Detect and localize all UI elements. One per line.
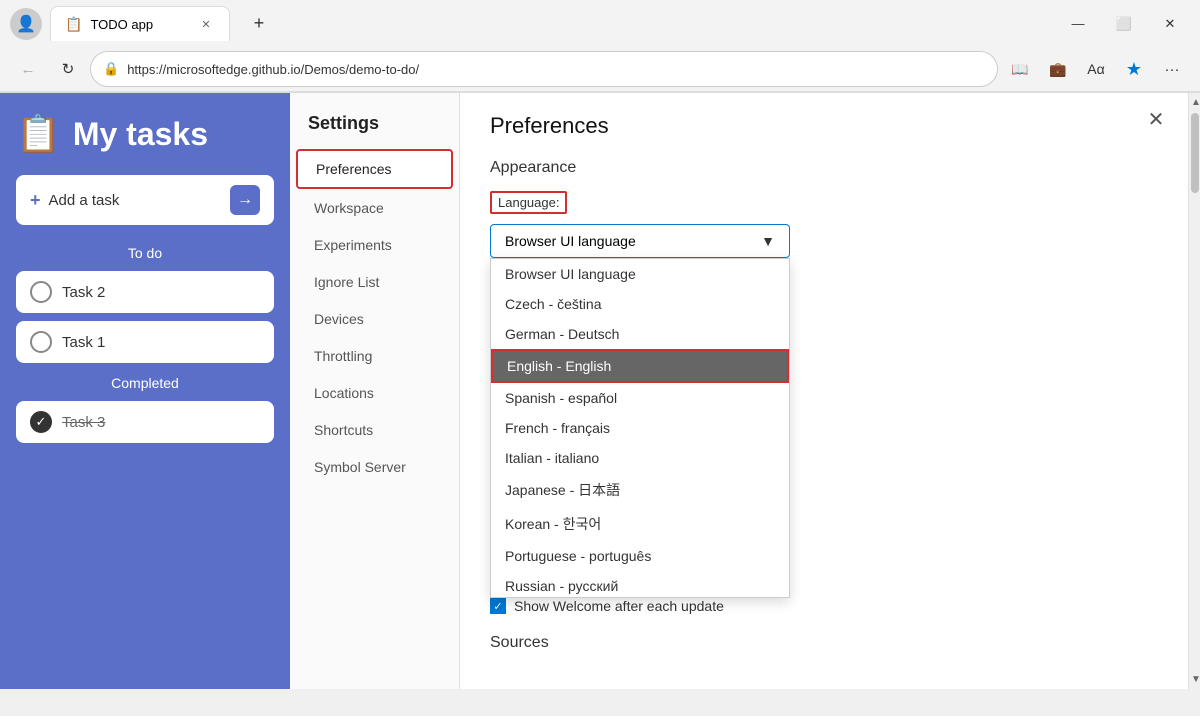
- app-sidebar: 📋 My tasks + Add a task → To do Task 2 T…: [0, 93, 290, 689]
- dropdown-option-english[interactable]: English - English: [491, 349, 789, 383]
- nav-bar: ← ↻ 🔒 https://microsoftedge.github.io/De…: [0, 47, 1200, 92]
- nav-actions: 📖 💼 Aα ★ ···: [1002, 51, 1190, 87]
- language-select[interactable]: Browser UI language ▼: [490, 224, 790, 258]
- scroll-up-button[interactable]: ▲: [1191, 97, 1199, 108]
- settings-panel: Settings Preferences Workspace Experimen…: [290, 93, 460, 689]
- tab-close-button[interactable]: ✕: [197, 15, 215, 33]
- dropdown-option-french[interactable]: French - français: [491, 413, 789, 443]
- dropdown-option-german[interactable]: German - Deutsch: [491, 319, 789, 349]
- collections-button[interactable]: 💼: [1040, 51, 1076, 87]
- completed-task-label: Task 3: [62, 414, 105, 431]
- add-task-plus-icon: +: [30, 190, 41, 211]
- dropdown-option-japanese[interactable]: Japanese - 日本語: [491, 473, 789, 507]
- settings-item-ignore-list[interactable]: Ignore List: [296, 264, 453, 300]
- preferences-panel: ✕ Preferences Appearance Language: Brows…: [460, 93, 1188, 689]
- dropdown-option-spanish[interactable]: Spanish - español: [491, 383, 789, 413]
- scroll-down-button[interactable]: ▼: [1191, 674, 1199, 685]
- show-welcome-checkbox[interactable]: ✓: [490, 598, 506, 614]
- settings-title: Settings: [290, 103, 459, 148]
- url-text: https://microsoftedge.github.io/Demos/de…: [127, 62, 985, 77]
- user-avatar: 👤: [10, 8, 42, 40]
- settings-item-locations[interactable]: Locations: [296, 375, 453, 411]
- task-checkbox[interactable]: [30, 281, 52, 303]
- language-field-row: Language:: [490, 191, 1158, 214]
- window-controls: — ⬜ ✕: [1058, 8, 1190, 40]
- scrollbar[interactable]: ▲ ▼: [1188, 93, 1200, 689]
- todo-section-label: To do: [16, 245, 274, 261]
- app-header: 📋 My tasks: [16, 113, 274, 155]
- lock-icon: 🔒: [103, 61, 119, 77]
- task-checkbox-checked[interactable]: ✓: [30, 411, 52, 433]
- favorites-button[interactable]: ★: [1116, 51, 1152, 87]
- add-task-button[interactable]: + Add a task →: [16, 175, 274, 225]
- settings-item-symbol-server[interactable]: Symbol Server: [296, 449, 453, 485]
- dropdown-option-portuguese[interactable]: Portuguese - português: [491, 541, 789, 571]
- appearance-section-title: Appearance: [490, 159, 1158, 177]
- completed-task-item[interactable]: ✓ Task 3: [16, 401, 274, 443]
- selected-language-text: Browser UI language: [505, 233, 636, 249]
- task-item[interactable]: Task 1: [16, 321, 274, 363]
- show-welcome-label: Show Welcome after each update: [514, 598, 724, 614]
- dropdown-option-korean[interactable]: Korean - 한국어: [491, 507, 789, 541]
- minimize-button[interactable]: —: [1058, 8, 1098, 40]
- task-checkbox[interactable]: [30, 331, 52, 353]
- active-tab[interactable]: 📋 TODO app ✕: [50, 6, 230, 41]
- language-label: Language:: [490, 191, 567, 214]
- close-button[interactable]: ✕: [1150, 8, 1190, 40]
- dropdown-arrow-icon: ▼: [761, 233, 775, 249]
- language-select-wrapper[interactable]: Browser UI language ▼ Browser UI languag…: [490, 224, 790, 258]
- task-label: Task 1: [62, 334, 105, 351]
- settings-item-preferences[interactable]: Preferences: [296, 149, 453, 189]
- back-button[interactable]: ←: [10, 51, 46, 87]
- refresh-button[interactable]: ↻: [50, 51, 86, 87]
- read-aloud-button[interactable]: 📖: [1002, 51, 1038, 87]
- language-dropdown-list: Browser UI language Czech - čeština Germ…: [490, 258, 790, 598]
- browser-chrome: 👤 📋 TODO app ✕ + — ⬜ ✕ ← ↻ 🔒 https://mic…: [0, 0, 1200, 93]
- title-bar: 👤 📋 TODO app ✕ + — ⬜ ✕: [0, 0, 1200, 47]
- settings-item-workspace[interactable]: Workspace: [296, 190, 453, 226]
- task-label: Task 2: [62, 284, 105, 301]
- sources-section-title: Sources: [490, 634, 1158, 652]
- settings-item-throttling[interactable]: Throttling: [296, 338, 453, 374]
- address-bar[interactable]: 🔒 https://microsoftedge.github.io/Demos/…: [90, 51, 998, 87]
- tab-icon: 📋: [65, 16, 82, 33]
- page-content: 📋 My tasks + Add a task → To do Task 2 T…: [0, 93, 1200, 689]
- close-panel-button[interactable]: ✕: [1140, 103, 1172, 135]
- tab-title: TODO app: [90, 17, 189, 32]
- settings-item-experiments[interactable]: Experiments: [296, 227, 453, 263]
- app-title: My tasks: [73, 116, 208, 153]
- completed-section-label: Completed: [16, 375, 274, 391]
- app-logo: 📋: [16, 113, 61, 155]
- dropdown-option-czech[interactable]: Czech - čeština: [491, 289, 789, 319]
- add-task-label: Add a task: [49, 192, 222, 209]
- dropdown-option-italian[interactable]: Italian - italiano: [491, 443, 789, 473]
- restore-button[interactable]: ⬜: [1104, 8, 1144, 40]
- panel-title: Preferences: [490, 113, 1158, 139]
- dropdown-option-russian[interactable]: Russian - русский: [491, 571, 789, 598]
- scroll-thumb[interactable]: [1191, 113, 1199, 193]
- more-button[interactable]: ···: [1154, 51, 1190, 87]
- task-item[interactable]: Task 2: [16, 271, 274, 313]
- settings-item-shortcuts[interactable]: Shortcuts: [296, 412, 453, 448]
- new-tab-button[interactable]: +: [244, 9, 274, 39]
- immersive-reader-button[interactable]: Aα: [1078, 51, 1114, 87]
- settings-item-devices[interactable]: Devices: [296, 301, 453, 337]
- show-welcome-row: ✓ Show Welcome after each update: [490, 598, 1158, 614]
- dropdown-option-browser-ui[interactable]: Browser UI language: [491, 259, 789, 289]
- add-task-arrow-icon: →: [230, 185, 260, 215]
